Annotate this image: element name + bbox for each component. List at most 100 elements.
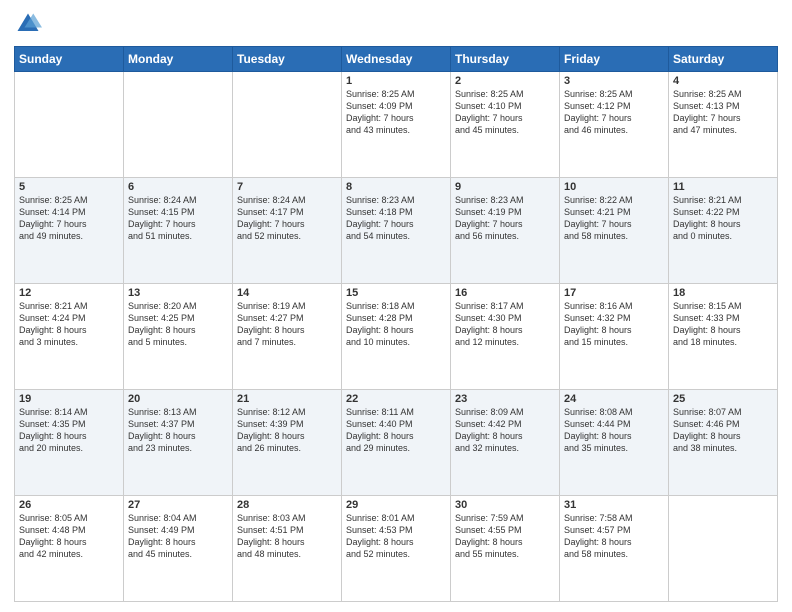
day-info: Sunrise: 8:22 AM Sunset: 4:21 PM Dayligh… xyxy=(564,194,664,243)
calendar-cell: 30Sunrise: 7:59 AM Sunset: 4:55 PM Dayli… xyxy=(451,496,560,602)
calendar-cell: 14Sunrise: 8:19 AM Sunset: 4:27 PM Dayli… xyxy=(233,284,342,390)
calendar-cell: 3Sunrise: 8:25 AM Sunset: 4:12 PM Daylig… xyxy=(560,72,669,178)
day-number: 16 xyxy=(455,287,555,299)
day-number: 8 xyxy=(346,181,446,193)
day-number: 1 xyxy=(346,75,446,87)
day-info: Sunrise: 8:24 AM Sunset: 4:17 PM Dayligh… xyxy=(237,194,337,243)
day-number: 27 xyxy=(128,499,228,511)
day-number: 15 xyxy=(346,287,446,299)
calendar-cell xyxy=(233,72,342,178)
calendar-cell: 4Sunrise: 8:25 AM Sunset: 4:13 PM Daylig… xyxy=(669,72,778,178)
day-info: Sunrise: 7:58 AM Sunset: 4:57 PM Dayligh… xyxy=(564,512,664,561)
weekday-header-sunday: Sunday xyxy=(15,47,124,72)
day-info: Sunrise: 8:07 AM Sunset: 4:46 PM Dayligh… xyxy=(673,406,773,455)
calendar-week-2: 5Sunrise: 8:25 AM Sunset: 4:14 PM Daylig… xyxy=(15,178,778,284)
day-number: 2 xyxy=(455,75,555,87)
weekday-header-thursday: Thursday xyxy=(451,47,560,72)
day-info: Sunrise: 8:25 AM Sunset: 4:10 PM Dayligh… xyxy=(455,88,555,137)
day-info: Sunrise: 8:25 AM Sunset: 4:12 PM Dayligh… xyxy=(564,88,664,137)
weekday-header-wednesday: Wednesday xyxy=(342,47,451,72)
day-number: 30 xyxy=(455,499,555,511)
calendar-cell: 2Sunrise: 8:25 AM Sunset: 4:10 PM Daylig… xyxy=(451,72,560,178)
day-info: Sunrise: 8:24 AM Sunset: 4:15 PM Dayligh… xyxy=(128,194,228,243)
calendar-cell xyxy=(124,72,233,178)
weekday-header-monday: Monday xyxy=(124,47,233,72)
calendar-cell: 26Sunrise: 8:05 AM Sunset: 4:48 PM Dayli… xyxy=(15,496,124,602)
calendar-cell: 20Sunrise: 8:13 AM Sunset: 4:37 PM Dayli… xyxy=(124,390,233,496)
day-info: Sunrise: 8:23 AM Sunset: 4:18 PM Dayligh… xyxy=(346,194,446,243)
day-number: 23 xyxy=(455,393,555,405)
calendar-cell xyxy=(669,496,778,602)
calendar-cell: 25Sunrise: 8:07 AM Sunset: 4:46 PM Dayli… xyxy=(669,390,778,496)
calendar-cell: 11Sunrise: 8:21 AM Sunset: 4:22 PM Dayli… xyxy=(669,178,778,284)
day-number: 9 xyxy=(455,181,555,193)
day-number: 17 xyxy=(564,287,664,299)
logo xyxy=(14,10,46,38)
day-info: Sunrise: 7:59 AM Sunset: 4:55 PM Dayligh… xyxy=(455,512,555,561)
calendar-cell: 13Sunrise: 8:20 AM Sunset: 4:25 PM Dayli… xyxy=(124,284,233,390)
day-number: 19 xyxy=(19,393,119,405)
day-number: 10 xyxy=(564,181,664,193)
day-info: Sunrise: 8:09 AM Sunset: 4:42 PM Dayligh… xyxy=(455,406,555,455)
day-info: Sunrise: 8:18 AM Sunset: 4:28 PM Dayligh… xyxy=(346,300,446,349)
day-number: 7 xyxy=(237,181,337,193)
calendar-cell: 9Sunrise: 8:23 AM Sunset: 4:19 PM Daylig… xyxy=(451,178,560,284)
calendar-cell: 28Sunrise: 8:03 AM Sunset: 4:51 PM Dayli… xyxy=(233,496,342,602)
day-info: Sunrise: 8:15 AM Sunset: 4:33 PM Dayligh… xyxy=(673,300,773,349)
day-number: 22 xyxy=(346,393,446,405)
day-number: 25 xyxy=(673,393,773,405)
weekday-header-tuesday: Tuesday xyxy=(233,47,342,72)
day-number: 4 xyxy=(673,75,773,87)
calendar-week-1: 1Sunrise: 8:25 AM Sunset: 4:09 PM Daylig… xyxy=(15,72,778,178)
calendar-cell: 22Sunrise: 8:11 AM Sunset: 4:40 PM Dayli… xyxy=(342,390,451,496)
day-info: Sunrise: 8:25 AM Sunset: 4:13 PM Dayligh… xyxy=(673,88,773,137)
day-info: Sunrise: 8:13 AM Sunset: 4:37 PM Dayligh… xyxy=(128,406,228,455)
day-info: Sunrise: 8:21 AM Sunset: 4:22 PM Dayligh… xyxy=(673,194,773,243)
day-number: 18 xyxy=(673,287,773,299)
day-info: Sunrise: 8:21 AM Sunset: 4:24 PM Dayligh… xyxy=(19,300,119,349)
day-number: 5 xyxy=(19,181,119,193)
day-number: 13 xyxy=(128,287,228,299)
calendar-week-5: 26Sunrise: 8:05 AM Sunset: 4:48 PM Dayli… xyxy=(15,496,778,602)
day-info: Sunrise: 8:20 AM Sunset: 4:25 PM Dayligh… xyxy=(128,300,228,349)
day-number: 12 xyxy=(19,287,119,299)
calendar-cell: 21Sunrise: 8:12 AM Sunset: 4:39 PM Dayli… xyxy=(233,390,342,496)
day-number: 20 xyxy=(128,393,228,405)
calendar-cell: 23Sunrise: 8:09 AM Sunset: 4:42 PM Dayli… xyxy=(451,390,560,496)
calendar-cell: 19Sunrise: 8:14 AM Sunset: 4:35 PM Dayli… xyxy=(15,390,124,496)
day-info: Sunrise: 8:14 AM Sunset: 4:35 PM Dayligh… xyxy=(19,406,119,455)
calendar-table: SundayMondayTuesdayWednesdayThursdayFrid… xyxy=(14,46,778,602)
calendar-cell: 27Sunrise: 8:04 AM Sunset: 4:49 PM Dayli… xyxy=(124,496,233,602)
calendar-cell: 8Sunrise: 8:23 AM Sunset: 4:18 PM Daylig… xyxy=(342,178,451,284)
calendar-cell xyxy=(15,72,124,178)
day-info: Sunrise: 8:08 AM Sunset: 4:44 PM Dayligh… xyxy=(564,406,664,455)
page: SundayMondayTuesdayWednesdayThursdayFrid… xyxy=(0,0,792,612)
calendar-cell: 1Sunrise: 8:25 AM Sunset: 4:09 PM Daylig… xyxy=(342,72,451,178)
day-info: Sunrise: 8:12 AM Sunset: 4:39 PM Dayligh… xyxy=(237,406,337,455)
calendar-cell: 24Sunrise: 8:08 AM Sunset: 4:44 PM Dayli… xyxy=(560,390,669,496)
calendar-cell: 7Sunrise: 8:24 AM Sunset: 4:17 PM Daylig… xyxy=(233,178,342,284)
day-number: 26 xyxy=(19,499,119,511)
calendar-cell: 5Sunrise: 8:25 AM Sunset: 4:14 PM Daylig… xyxy=(15,178,124,284)
header xyxy=(14,10,778,38)
day-info: Sunrise: 8:16 AM Sunset: 4:32 PM Dayligh… xyxy=(564,300,664,349)
calendar-cell: 12Sunrise: 8:21 AM Sunset: 4:24 PM Dayli… xyxy=(15,284,124,390)
calendar-cell: 31Sunrise: 7:58 AM Sunset: 4:57 PM Dayli… xyxy=(560,496,669,602)
day-number: 6 xyxy=(128,181,228,193)
day-info: Sunrise: 8:01 AM Sunset: 4:53 PM Dayligh… xyxy=(346,512,446,561)
calendar-cell: 15Sunrise: 8:18 AM Sunset: 4:28 PM Dayli… xyxy=(342,284,451,390)
day-info: Sunrise: 8:25 AM Sunset: 4:09 PM Dayligh… xyxy=(346,88,446,137)
day-info: Sunrise: 8:05 AM Sunset: 4:48 PM Dayligh… xyxy=(19,512,119,561)
day-number: 28 xyxy=(237,499,337,511)
day-number: 3 xyxy=(564,75,664,87)
weekday-header-row: SundayMondayTuesdayWednesdayThursdayFrid… xyxy=(15,47,778,72)
day-info: Sunrise: 8:19 AM Sunset: 4:27 PM Dayligh… xyxy=(237,300,337,349)
weekday-header-saturday: Saturday xyxy=(669,47,778,72)
day-info: Sunrise: 8:11 AM Sunset: 4:40 PM Dayligh… xyxy=(346,406,446,455)
calendar-cell: 6Sunrise: 8:24 AM Sunset: 4:15 PM Daylig… xyxy=(124,178,233,284)
day-info: Sunrise: 8:25 AM Sunset: 4:14 PM Dayligh… xyxy=(19,194,119,243)
calendar-cell: 16Sunrise: 8:17 AM Sunset: 4:30 PM Dayli… xyxy=(451,284,560,390)
day-number: 29 xyxy=(346,499,446,511)
calendar-cell: 18Sunrise: 8:15 AM Sunset: 4:33 PM Dayli… xyxy=(669,284,778,390)
day-number: 11 xyxy=(673,181,773,193)
